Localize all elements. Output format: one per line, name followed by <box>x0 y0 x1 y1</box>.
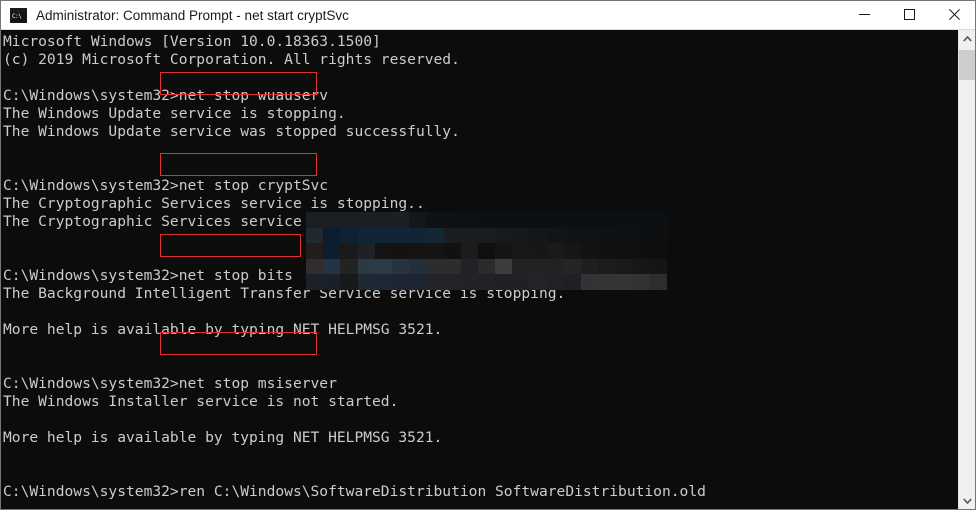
window-title: Administrator: Command Prompt - net star… <box>36 7 349 23</box>
minimize-icon <box>859 14 870 15</box>
scrollbar-track[interactable] <box>959 47 975 492</box>
title-bar[interactable]: C:\ Administrator: Command Prompt - net … <box>1 1 975 30</box>
icon-prompt-text: C:\ <box>11 11 26 22</box>
pixelated-redaction <box>306 212 667 290</box>
scroll-down-button[interactable] <box>959 492 975 509</box>
maximize-icon <box>904 9 915 20</box>
minimize-button[interactable] <box>842 1 887 29</box>
close-button[interactable] <box>932 1 975 29</box>
scrollbar-thumb[interactable] <box>959 50 975 80</box>
vertical-scrollbar[interactable] <box>958 30 975 509</box>
command-prompt-window: C:\ Administrator: Command Prompt - net … <box>0 0 976 510</box>
scroll-up-button[interactable] <box>959 30 975 47</box>
chevron-up-icon <box>962 35 972 42</box>
close-icon <box>949 9 960 20</box>
maximize-button[interactable] <box>887 1 932 29</box>
command-prompt-icon: C:\ <box>10 7 27 23</box>
console-output-area[interactable]: Microsoft Windows [Version 10.0.18363.15… <box>1 30 960 509</box>
window-controls <box>842 1 975 30</box>
chevron-down-icon <box>962 497 972 504</box>
